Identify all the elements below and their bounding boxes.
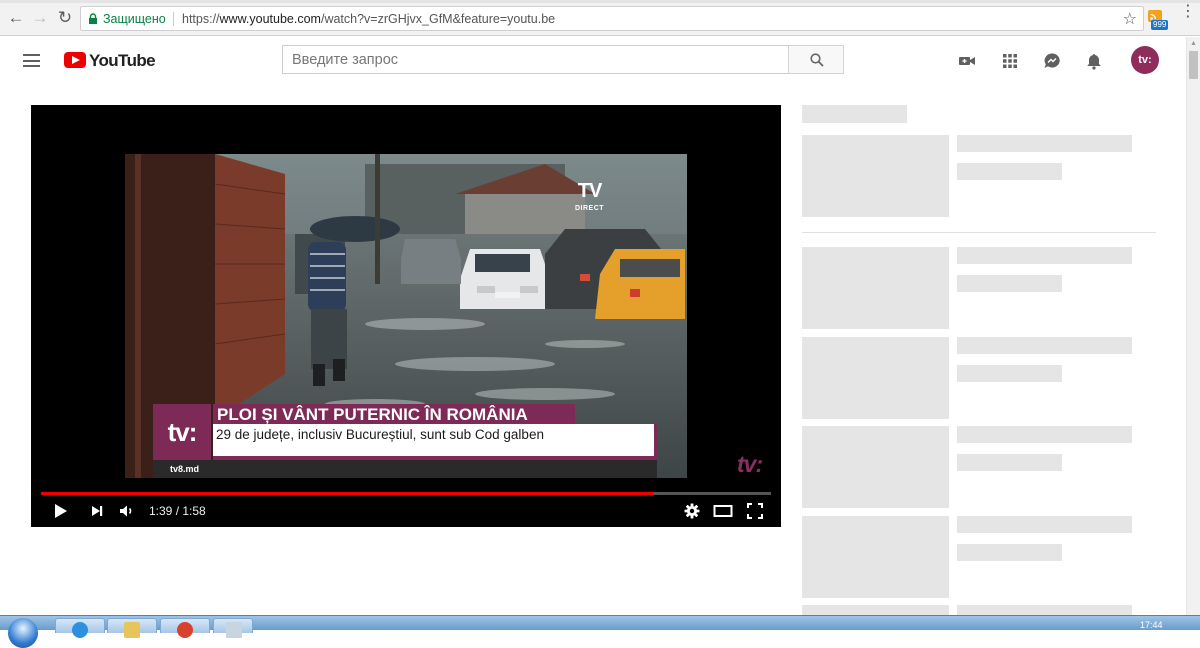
next-video-icon[interactable] [89,502,105,520]
suggested-thumbnail-placeholder [802,337,949,419]
windows-taskbar: 17:44 [0,615,1200,648]
youtube-play-logo-icon [64,52,86,68]
channel-watermark: tv: [737,451,763,477]
messages-icon[interactable] [1043,52,1061,70]
suggested-thumbnail-placeholder [802,516,949,598]
suggested-meta-placeholder [957,454,1062,471]
tab-strip [0,0,1200,3]
chrome-icon [177,622,193,638]
site-strip: tv8.md [153,460,657,478]
news-headline: PLOI ȘI VÂNT PUTERNIC ÎN ROMÂNIA [213,404,575,426]
taskbar-ie-button[interactable] [55,618,105,638]
time-display: 1:39 / 1:58 [149,504,206,518]
scrollbar-thumb[interactable] [1189,51,1198,79]
back-arrow-icon[interactable]: ← [6,8,26,28]
search-box [282,45,789,74]
site-url: tv8.md [170,464,200,474]
channel-bug-subtext: DIRECT [575,205,605,212]
suggested-meta-placeholder [957,275,1062,292]
url-host: www.youtube.com [219,12,321,26]
suggested-title-placeholder [957,516,1132,533]
progress-played [41,492,654,495]
system-clock[interactable]: 17:44 [1140,620,1163,630]
bookmark-star-icon[interactable]: ☆ [1123,9,1137,29]
secure-label: Защищено [103,12,166,26]
progress-bar[interactable] [41,492,771,495]
search-icon [810,53,824,67]
browser-toolbar: ← → ↻ Защищено https://www.youtube.com/w… [0,0,1200,36]
taskbar-window-button[interactable] [213,618,253,638]
search-button[interactable] [788,45,844,74]
account-avatar[interactable]: tv: [1131,46,1159,74]
suggested-title-placeholder [957,247,1132,264]
suggested-thumbnail-placeholder [802,135,949,217]
reload-icon[interactable]: ↻ [55,8,75,28]
suggested-meta-placeholder [957,544,1062,561]
extension-badge: 999 [1151,20,1169,30]
url-scheme: https:// [182,12,220,26]
page-scrollbar[interactable]: ▲ [1186,37,1200,615]
fullscreen-icon[interactable] [746,502,764,520]
window-icon [226,622,242,638]
theater-mode-icon[interactable] [713,502,733,520]
channel-bug-text: TV [577,180,603,202]
channel-bug: TV DIRECT [575,180,605,218]
search-input[interactable] [283,46,789,73]
rss-extension-icon[interactable]: 999 [1148,9,1169,31]
up-next-heading-placeholder [802,105,907,123]
url-text[interactable]: https://www.youtube.com/watch?v=zrGHjvx_… [182,12,555,26]
suggested-thumbnail-placeholder [802,247,949,329]
volume-icon[interactable] [118,502,136,520]
scroll-up-arrow-icon[interactable]: ▲ [1190,40,1197,47]
play-icon[interactable] [53,502,69,520]
suggested-meta-placeholder [957,163,1062,180]
upload-video-icon[interactable] [958,52,976,70]
lock-icon [89,13,97,24]
taskbar-explorer-button[interactable] [107,618,157,638]
url-path: /watch?v=zrGHjvx_GfM&feature=youtu.be [320,12,556,26]
sidebar-divider [802,232,1156,233]
suggested-thumbnail-placeholder [802,605,949,615]
suggested-title-placeholder [957,426,1132,443]
start-button-icon[interactable] [8,618,38,648]
taskbar-chrome-button[interactable] [160,618,210,638]
folder-icon [124,622,140,638]
suggested-meta-placeholder [957,365,1062,382]
suggested-title-placeholder [957,135,1132,152]
youtube-logo-text: YouTube [89,51,156,70]
forward-arrow-icon[interactable]: → [30,8,50,28]
news-subline: 29 de județe, inclusiv Bucureștiul, sunt… [213,424,657,460]
video-frame[interactable]: TV DIRECT tv: PLOI ȘI VÂNT PUTERNIC ÎN RO… [125,154,687,478]
youtube-header: YouTube tv: [0,37,1186,85]
suggested-title-placeholder [957,337,1132,354]
tv8-logo: tv: [153,404,211,462]
apps-grid-icon[interactable] [1001,52,1019,70]
hamburger-menu-icon[interactable] [23,54,40,67]
address-bar[interactable]: Защищено https://www.youtube.com/watch?v… [80,6,1144,31]
suggested-title-placeholder [957,605,1132,615]
internet-explorer-icon [72,622,88,638]
video-player[interactable]: TV DIRECT tv: PLOI ȘI VÂNT PUTERNIC ÎN RO… [31,105,781,527]
browser-menu-icon[interactable]: ⋮ [1180,4,1196,20]
omnibox-divider [173,12,174,26]
suggested-thumbnail-placeholder [802,426,949,508]
notifications-bell-icon[interactable] [1085,52,1103,70]
settings-gear-icon[interactable] [683,502,701,520]
